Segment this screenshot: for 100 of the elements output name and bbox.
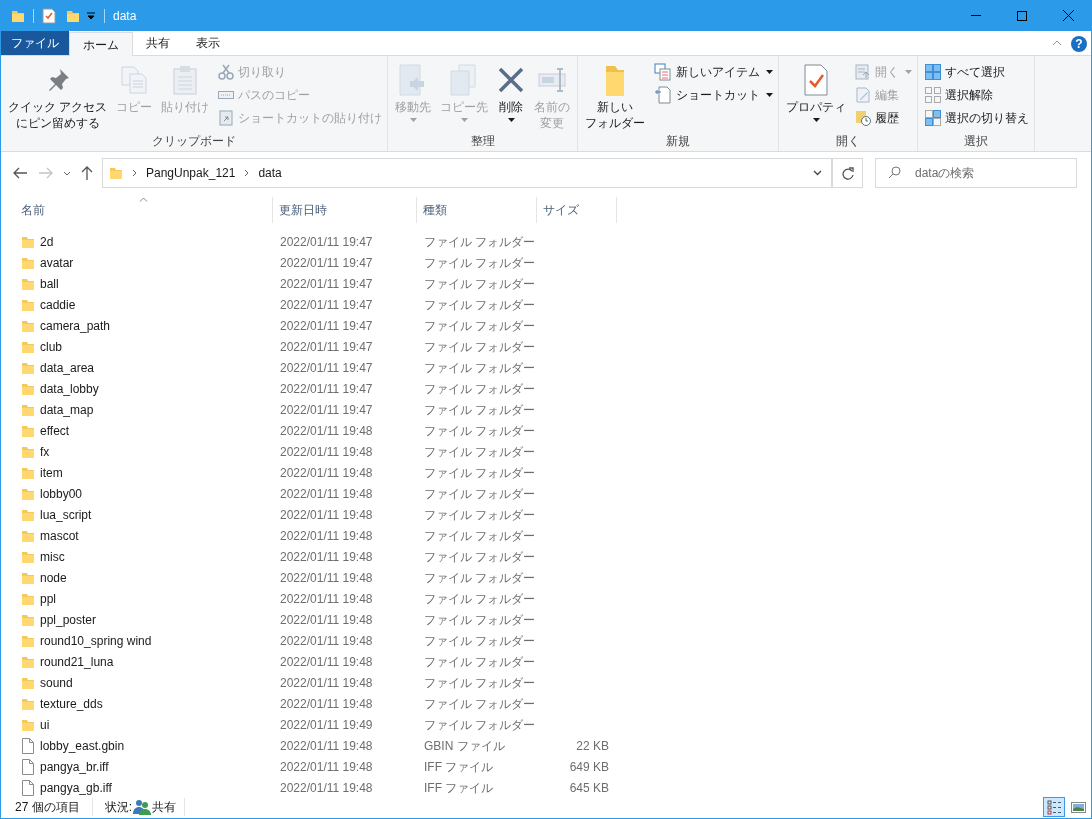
file-type: ファイル フォルダー (423, 401, 537, 419)
modified-date: 2022/01/11 19:48 (279, 506, 374, 524)
file-name[interactable]: item (40, 463, 63, 482)
status-value: 共有 (152, 798, 186, 816)
file-type: ファイル フォルダー (423, 548, 537, 566)
file-name[interactable]: ball (40, 274, 59, 293)
checklist-icon[interactable] (42, 7, 56, 24)
file-name[interactable]: lua_script (40, 505, 92, 524)
column-header[interactable]: 更新日時 (273, 197, 417, 223)
search-icon (888, 166, 901, 179)
file-name[interactable]: camera_path (40, 316, 111, 335)
ribbon-tab[interactable]: 表示 (183, 31, 233, 55)
modified-date: 2022/01/11 19:48 (279, 779, 374, 796)
file-name[interactable]: data_lobby (40, 379, 99, 398)
file-type: ファイル フォルダー (423, 674, 537, 692)
refresh-icon (841, 166, 854, 180)
file-size: 649 KB (568, 758, 610, 776)
ribbon-button[interactable]: プロパティ (782, 61, 851, 122)
details-view-icon (1046, 799, 1062, 815)
modified-date: 2022/01/11 19:48 (279, 464, 374, 482)
file-name[interactable]: club (40, 337, 62, 356)
file-name[interactable]: node (40, 568, 67, 587)
breadcrumb[interactable]: data (258, 164, 282, 182)
file-type: IFF ファイル (423, 779, 495, 796)
modified-date: 2022/01/11 19:47 (279, 296, 374, 314)
ribbon-button[interactable]: 削除 (493, 61, 530, 122)
folder-icon (21, 234, 35, 249)
file-name[interactable]: data_map (40, 400, 94, 419)
folder-icon (21, 297, 35, 312)
history-icon (855, 110, 872, 126)
folder-icon (21, 717, 35, 732)
modified-date: 2022/01/11 19:48 (279, 485, 374, 503)
file-menu-tab[interactable]: ファイル (1, 31, 69, 55)
ribbon-tab[interactable]: ホーム (69, 32, 133, 56)
file-name[interactable]: ppl_poster (40, 610, 97, 629)
ribbon-button[interactable]: 選択の切り替え (923, 107, 1032, 129)
chevron-up-icon (1052, 40, 1062, 46)
file-name[interactable]: texture_dds (40, 694, 103, 713)
file-name[interactable]: misc (40, 547, 65, 566)
file-icon (21, 779, 35, 796)
address-field[interactable]: PangUnpak_121 data (102, 158, 833, 188)
folder-icon[interactable] (66, 8, 80, 23)
file-type: ファイル フォルダー (423, 254, 537, 272)
help-button[interactable]: ? (1071, 36, 1087, 52)
ribbon-button[interactable]: 新しいアイテム (652, 61, 776, 83)
dropdown-caret-icon[interactable] (86, 10, 96, 21)
group-label: 開く (835, 133, 862, 150)
maximize-icon (1017, 10, 1027, 21)
folder-icon (21, 654, 35, 669)
ribbon-tab[interactable]: 共有 (133, 31, 183, 55)
modified-date: 2022/01/11 19:48 (279, 590, 374, 608)
file-name[interactable]: ppl (40, 589, 56, 608)
delete-icon (497, 66, 526, 94)
file-type: ファイル フォルダー (423, 296, 537, 314)
file-name[interactable]: pangya_br.iff (40, 757, 109, 776)
ribbon-button[interactable]: 履歴 (853, 107, 915, 129)
file-name[interactable]: lobby00 (40, 484, 83, 503)
file-name[interactable]: effect (40, 421, 70, 440)
modified-date: 2022/01/11 19:48 (279, 632, 374, 650)
file-name[interactable]: pangya_gb.iff (40, 778, 112, 796)
file-name[interactable]: sound (40, 673, 73, 692)
column-header[interactable]: サイズ (537, 197, 617, 223)
item-count: 27 個の項目 (1, 798, 93, 816)
modified-date: 2022/01/11 19:47 (279, 275, 374, 293)
modified-date: 2022/01/11 19:48 (279, 527, 374, 545)
picture-icon (1070, 799, 1086, 815)
modified-date: 2022/01/11 19:48 (279, 737, 374, 755)
column-header[interactable]: 種類 (417, 197, 537, 223)
ribbon-button[interactable]: すべて選択 (923, 61, 1032, 83)
file-name[interactable]: round10_spring wind (40, 631, 152, 650)
folder-icon (21, 360, 35, 375)
ribbon-button[interactable]: 選択解除 (923, 84, 1032, 106)
file-name[interactable]: avatar (40, 253, 74, 272)
file-name[interactable]: 2d (40, 232, 54, 251)
modified-date: 2022/01/11 19:48 (279, 695, 374, 713)
refresh-button[interactable] (833, 158, 863, 188)
scissors-icon (218, 64, 235, 80)
file-name[interactable]: mascot (40, 526, 79, 545)
breadcrumb[interactable]: PangUnpak_121 (146, 164, 236, 182)
modified-date: 2022/01/11 19:47 (279, 359, 374, 377)
file-name[interactable]: data_area (40, 358, 95, 377)
file-name[interactable]: fx (40, 442, 50, 461)
file-name[interactable]: lobby_east.gbin (40, 736, 125, 755)
folder-icon (21, 633, 35, 648)
file-type: ファイル フォルダー (423, 590, 537, 608)
file-name[interactable]: ui (40, 715, 50, 734)
search-field[interactable]: dataの検索 (875, 158, 1077, 188)
details-view-button[interactable] (1043, 797, 1065, 817)
ribbon-button[interactable]: クイック アクセス にピン留めする (4, 61, 112, 131)
file-size: 645 KB (568, 779, 610, 796)
file-name[interactable]: round21_luna (40, 652, 114, 671)
file-type: ファイル フォルダー (423, 443, 537, 461)
ribbon-button[interactable]: ショートカット (652, 84, 776, 106)
folder-icon (21, 381, 35, 396)
ribbon-button[interactable]: 新しい フォルダー (581, 61, 650, 131)
folder-icon (21, 528, 35, 543)
file-type: ファイル フォルダー (423, 233, 537, 251)
file-name[interactable]: caddie (40, 295, 76, 314)
folder-icon (21, 276, 35, 291)
column-header[interactable]: 名前 (15, 197, 273, 223)
